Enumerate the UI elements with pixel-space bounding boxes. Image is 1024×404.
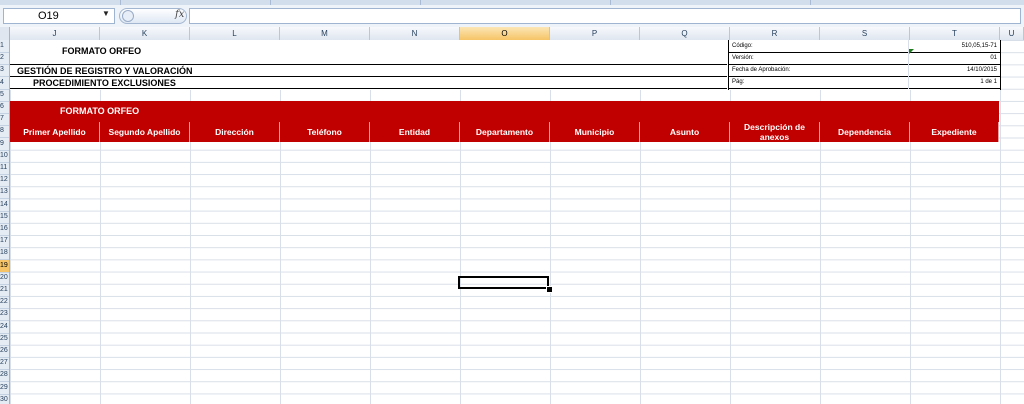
meta-label-pag: Pág: <box>732 79 745 85</box>
row-header-13[interactable]: 13 <box>0 186 9 200</box>
row-header-1[interactable]: 1 <box>0 40 9 53</box>
row-header-12[interactable]: 12 <box>0 174 9 188</box>
column-header-t[interactable]: T <box>910 27 1000 40</box>
meta-label-fecha: Fecha de Aprobación: <box>732 67 791 73</box>
red-band-title: FORMATO ORFEO <box>60 106 140 116</box>
procedimiento-title: PROCEDIMIENTO EXCLUSIONES <box>33 78 176 88</box>
row-header-9[interactable]: 9 <box>0 138 9 151</box>
meta-value-fecha: 14/10/2015 <box>966 67 997 73</box>
column-header-u[interactable]: U <box>1000 27 1024 40</box>
row-header-28[interactable]: 28 <box>0 369 9 383</box>
meta-label-codigo: Código: <box>732 43 753 49</box>
cell-grid[interactable] <box>10 40 1024 404</box>
divider <box>728 76 1000 77</box>
row-header-23[interactable]: 23 <box>0 308 9 322</box>
name-box-value: O19 <box>38 10 59 22</box>
formula-input[interactable] <box>189 8 1021 24</box>
row-header-17[interactable]: 17 <box>0 235 9 249</box>
column-header-n[interactable]: N <box>370 27 460 40</box>
column-label-8: Descripción de anexos <box>730 122 820 142</box>
divider <box>728 88 1000 89</box>
select-all-corner[interactable] <box>0 27 10 40</box>
divider <box>10 76 727 77</box>
formato-title: FORMATO ORFEO <box>62 46 142 56</box>
meta-value-pag: 1 de 1 <box>980 79 997 85</box>
row-header-30[interactable]: 30 <box>0 394 9 404</box>
column-header-o[interactable]: O <box>460 27 550 40</box>
divider <box>908 40 909 89</box>
column-header-s[interactable]: S <box>820 27 910 40</box>
column-header-k[interactable]: K <box>100 27 190 40</box>
expand-icon[interactable] <box>122 10 134 22</box>
row-header-8[interactable]: 8 <box>0 125 9 139</box>
row-header-27[interactable]: 27 <box>0 357 9 371</box>
name-box[interactable]: O19 <box>3 8 115 24</box>
column-header-p[interactable]: P <box>550 27 640 40</box>
active-cell[interactable] <box>458 276 549 289</box>
column-label-2: Dirección <box>190 122 280 142</box>
row-header-20[interactable]: 20 <box>0 272 9 285</box>
column-header-m[interactable]: M <box>280 27 370 40</box>
divider <box>728 52 1000 53</box>
column-label-6: Municipio <box>550 122 640 142</box>
formula-bar: O19 ▼ fx <box>0 5 1024 28</box>
red-title-band <box>10 101 999 122</box>
gestion-title: GESTIÓN DE REGISTRO Y VALORACIÓN <box>17 66 193 76</box>
column-label-3: Teléfono <box>280 122 370 142</box>
row-header-7[interactable]: 7 <box>0 113 9 127</box>
row-header-15[interactable]: 15 <box>0 211 9 224</box>
comment-indicator-icon <box>909 49 914 54</box>
column-label-7: Asunto <box>640 122 730 142</box>
row-header-26[interactable]: 26 <box>0 345 9 358</box>
row-header-3[interactable]: 3 <box>0 64 9 78</box>
row-header-16[interactable]: 16 <box>0 223 9 236</box>
column-header-r[interactable]: R <box>730 27 820 40</box>
insert-function-icon[interactable]: fx <box>175 9 184 20</box>
row-header-14[interactable]: 14 <box>0 199 9 212</box>
divider <box>10 88 727 89</box>
row-header-24[interactable]: 24 <box>0 321 9 334</box>
row-header-6[interactable]: 6 <box>0 101 9 114</box>
row-header-25[interactable]: 25 <box>0 333 9 346</box>
column-label-4: Entidad <box>370 122 460 142</box>
row-header-22[interactable]: 22 <box>0 296 9 310</box>
column-header-q[interactable]: Q <box>640 27 730 40</box>
fill-handle[interactable] <box>546 286 553 293</box>
column-label-0: Primer Apellido <box>10 122 100 142</box>
row-header-18[interactable]: 18 <box>0 247 9 261</box>
divider <box>728 64 1000 65</box>
row-header-2[interactable]: 2 <box>0 52 9 66</box>
column-header-bar: JKLMNOPQRSTU <box>0 27 1024 41</box>
divider <box>10 64 727 65</box>
row-header-19[interactable]: 19 <box>0 259 9 273</box>
column-header-j[interactable]: J <box>10 27 100 40</box>
row-header-10[interactable]: 10 <box>0 150 9 163</box>
column-label-5: Departamento <box>460 122 550 142</box>
row-header-29[interactable]: 29 <box>0 382 9 395</box>
row-header-5[interactable]: 5 <box>0 89 9 102</box>
meta-label-version: Versión: <box>732 55 754 61</box>
row-header-21[interactable]: 21 <box>0 284 9 297</box>
meta-value-version: 01 <box>990 55 997 61</box>
chevron-down-icon[interactable]: ▼ <box>102 9 110 18</box>
row-header-11[interactable]: 11 <box>0 162 9 175</box>
meta-value-codigo: 510,05,15-71 <box>961 43 997 49</box>
column-label-10: Expediente <box>910 122 999 142</box>
column-label-1: Segundo Apellido <box>100 122 190 142</box>
row-header-4[interactable]: 4 <box>0 77 9 90</box>
formula-tools: fx <box>119 8 187 24</box>
column-label-9: Dependencia <box>820 122 910 142</box>
column-header-l[interactable]: L <box>190 27 280 40</box>
row-header-bar: 1 2 3 4 5 6 7 8 9 10 11 12 13 14 15 16 17 18 19 20 21 22 23 24 2… <box>0 40 10 404</box>
